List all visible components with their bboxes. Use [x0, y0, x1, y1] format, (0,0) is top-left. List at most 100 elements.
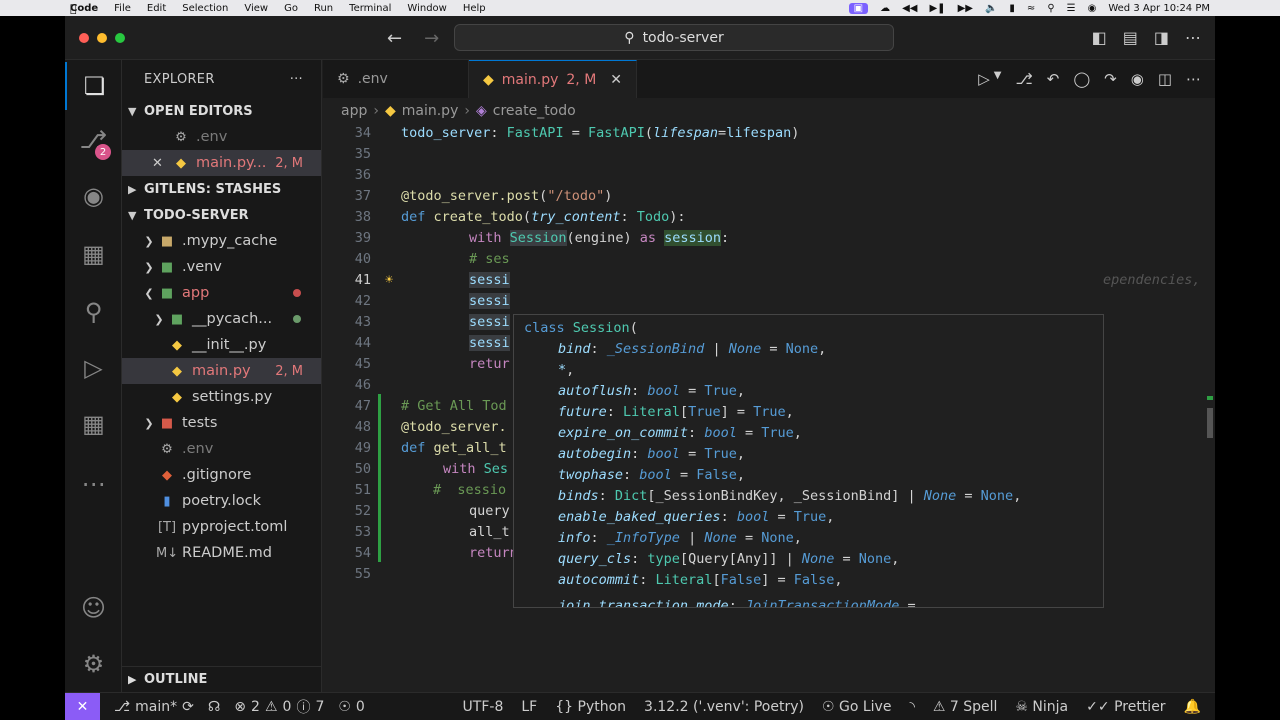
breadcrumb-item[interactable]: main.py — [402, 103, 459, 119]
tree-item[interactable]: ⚙ .env — [122, 436, 321, 462]
language-mode[interactable]: {} Python — [555, 699, 626, 715]
lightbulb-icon[interactable]: ☀ — [385, 272, 393, 288]
open-editors-section[interactable]: ▼ OPEN EDITORS — [122, 98, 321, 124]
gitlens-stashes-section[interactable]: ▶ GITLENS: STASHES — [122, 176, 321, 202]
close-window-button[interactable] — [79, 33, 89, 43]
eol-status[interactable]: LF — [521, 699, 537, 715]
menu-view[interactable]: View — [244, 3, 268, 14]
remote-indicator-icon[interactable]: ✕ — [65, 692, 100, 720]
tree-item-label: app — [182, 285, 210, 301]
open-editor-env[interactable]: ⚙ .env — [122, 124, 321, 150]
prettier-status[interactable]: ✓✓ Prettier — [1086, 699, 1165, 715]
token: True — [753, 403, 786, 420]
command-center[interactable]: ⚲ todo-server — [454, 24, 894, 51]
forward-arrow-icon[interactable]: → — [424, 28, 439, 49]
close-icon[interactable]: ✕ — [152, 156, 170, 171]
apple-icon[interactable]:  — [0, 2, 77, 15]
menubar-clock[interactable]: Wed 3 Apr 10:24 PM — [1108, 3, 1210, 14]
explorer-icon[interactable]: ❏ — [65, 62, 122, 110]
tree-item[interactable]: M↓ README.md — [122, 540, 321, 566]
account-icon[interactable]: ☺ — [65, 584, 122, 632]
gitlens-inspect-icon[interactable]: ◉ — [1131, 70, 1144, 88]
tree-item[interactable]: ❯ ■ __pycach... — [122, 306, 321, 332]
git-graph-icon[interactable]: ☊ — [208, 699, 220, 715]
spotlight-icon[interactable]: ⚲ — [1047, 3, 1054, 14]
back-arrow-icon[interactable]: ← — [387, 28, 402, 49]
tree-item[interactable]: ❯ ■ .venv — [122, 254, 321, 280]
menu-code[interactable]: Code — [70, 3, 98, 14]
python-interpreter[interactable]: 3.12.2 ('.venv': Poetry) — [644, 699, 804, 715]
more-views-icon[interactable]: ⋯ — [65, 460, 122, 508]
settings-gear-icon[interactable]: ⚙ — [65, 640, 122, 688]
volume-icon[interactable]: 🔈 — [985, 3, 997, 14]
encoding-status[interactable]: UTF-8 — [463, 699, 504, 715]
toggle-sidebar-icon[interactable]: ◧ — [1092, 28, 1107, 47]
siri-icon[interactable]: ◉ — [1088, 3, 1097, 14]
play-pause-icon[interactable]: ▶❚ — [929, 3, 945, 14]
tree-item[interactable]: ❮ ■ app — [122, 280, 321, 306]
menu-window[interactable]: Window — [407, 3, 446, 14]
remote-explorer-icon[interactable]: ▦ — [65, 230, 122, 278]
tree-item[interactable]: ❯ ■ .mypy_cache — [122, 228, 321, 254]
battery-icon[interactable]: ▮ — [1009, 3, 1015, 14]
notifications-bell-icon[interactable]: 🔔 — [1184, 699, 1201, 715]
menu-go[interactable]: Go — [284, 3, 298, 14]
tree-item[interactable]: ❯ ■ tests — [122, 410, 321, 436]
open-editor-main[interactable]: ✕ ◆ main.py... 2, M — [122, 150, 321, 176]
token: : — [728, 597, 745, 608]
tree-item[interactable]: ◆ main.py 2, M — [122, 358, 321, 384]
next-change-icon[interactable]: ↷ — [1104, 70, 1117, 88]
close-icon[interactable]: ✕ — [610, 72, 622, 88]
tree-item[interactable]: [T] pyproject.toml — [122, 514, 321, 540]
menu-help[interactable]: Help — [463, 3, 486, 14]
spell-status[interactable]: ⚠ 7 Spell — [933, 699, 998, 715]
ninja-status[interactable]: ☠ Ninja — [1015, 699, 1068, 715]
source-control-icon[interactable]: ⎇ 2 — [65, 116, 122, 164]
outline-section[interactable]: ▶ OUTLINE — [122, 666, 322, 692]
commit-icon[interactable]: ◯ — [1073, 70, 1090, 88]
breadcrumb-item[interactable]: create_todo — [493, 103, 576, 119]
wifi-icon[interactable]: ≈ — [1027, 3, 1035, 14]
cloud-icon[interactable]: ☁ — [880, 3, 890, 14]
forward-icon[interactable]: ▶▶ — [958, 3, 973, 14]
toggle-secondary-sidebar-icon[interactable]: ◨ — [1154, 28, 1169, 47]
search-icon[interactable]: ⚲ — [65, 288, 122, 336]
tab-main-py[interactable]: ◆ main.py 2, M ✕ — [469, 60, 638, 98]
explorer-more-icon[interactable]: ··· — [290, 72, 303, 87]
run-icon[interactable]: ▷ — [978, 70, 990, 88]
project-section[interactable]: ▼ TODO-SERVER — [122, 202, 321, 228]
go-live-button[interactable]: ☉ Go Live — [822, 699, 891, 715]
gitlens-icon[interactable]: ◉ — [65, 172, 122, 220]
menu-edit[interactable]: Edit — [147, 3, 166, 14]
minimize-window-button[interactable] — [97, 33, 107, 43]
previous-change-icon[interactable]: ↶ — [1047, 70, 1060, 88]
toggle-panel-icon[interactable]: ▤ — [1123, 28, 1138, 47]
tree-item[interactable]: ◆ __init__.py — [122, 332, 321, 358]
overview-ruler[interactable] — [1207, 360, 1213, 480]
split-editor-icon[interactable]: ◫ — [1158, 70, 1172, 88]
more-actions-icon[interactable]: ⋯ — [1186, 70, 1201, 88]
screen-record-icon[interactable]: ▣ — [848, 2, 869, 14]
problems-status[interactable]: ⊗ 2 ⚠ 0 ⓘ 7 — [234, 697, 324, 717]
run-debug-icon[interactable]: ▷ — [65, 344, 122, 392]
menu-file[interactable]: File — [114, 3, 131, 14]
tree-item[interactable]: ◆ .gitignore — [122, 462, 321, 488]
tree-item[interactable]: ◆ settings.py — [122, 384, 321, 410]
tab-env[interactable]: ⚙ .env — [323, 60, 469, 98]
menu-run[interactable]: Run — [314, 3, 333, 14]
ports-status[interactable]: ☉ 0 — [338, 699, 364, 715]
tree-item[interactable]: ▮ poetry.lock — [122, 488, 321, 514]
breadcrumb-item[interactable]: app — [341, 103, 367, 119]
extensions-icon[interactable]: ▦ — [65, 400, 122, 448]
menu-terminal[interactable]: Terminal — [349, 3, 391, 14]
menu-selection[interactable]: Selection — [182, 3, 228, 14]
chevron-down-icon[interactable]: ▼ — [994, 70, 1002, 88]
more-icon[interactable]: ⋯ — [1185, 28, 1201, 47]
hover-tooltip[interactable]: class Session( bind: _SessionBind | None… — [513, 314, 1104, 608]
zoom-window-button[interactable] — [115, 33, 125, 43]
token: : — [623, 466, 640, 483]
open-changes-icon[interactable]: ⎇ — [1015, 70, 1032, 88]
branch-status[interactable]: ⎇ main* ⟳ — [114, 699, 194, 715]
control-center-icon[interactable]: ☰ — [1067, 3, 1076, 14]
rewind-icon[interactable]: ◀◀ — [902, 3, 917, 14]
